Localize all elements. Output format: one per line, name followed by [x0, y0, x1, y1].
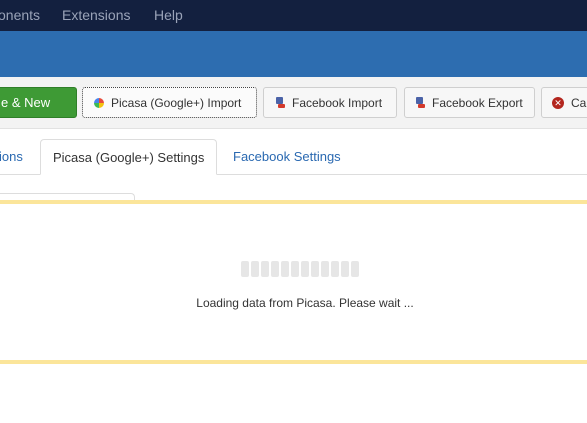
- loading-bar-segment: [251, 261, 259, 277]
- loading-panel: Loading data from Picasa. Please wait ..…: [0, 200, 587, 364]
- menu-item-help[interactable]: Help: [154, 7, 183, 23]
- tab-options[interactable]: ions: [0, 139, 23, 175]
- loading-bar-segment: [271, 261, 279, 277]
- facebook-import-button[interactable]: Facebook Import: [263, 87, 397, 118]
- facebook-import-label: Facebook Import: [292, 95, 383, 110]
- tab-picasa-settings[interactable]: Picasa (Google+) Settings: [40, 139, 218, 175]
- picasa-import-button[interactable]: Picasa (Google+) Import: [82, 87, 257, 118]
- loading-bar-segment: [351, 261, 359, 277]
- facebook-import-icon: [276, 97, 285, 108]
- loading-bar-segment: [281, 261, 289, 277]
- cancel-button[interactable]: ✕ Ca: [541, 87, 587, 118]
- loading-bar-segment: [311, 261, 319, 277]
- loading-bar-segment: [321, 261, 329, 277]
- cancel-icon: ✕: [552, 96, 564, 109]
- cancel-label: Ca: [571, 95, 587, 110]
- loading-bar-segment: [341, 261, 349, 277]
- picasa-icon: [94, 97, 104, 108]
- facebook-export-label: Facebook Export: [432, 95, 523, 110]
- loading-progress-bars: [241, 261, 359, 277]
- menu-item-components[interactable]: onents: [0, 7, 40, 23]
- page-header: [0, 31, 587, 77]
- toolbar: e & New Picasa (Google+) Import Facebook…: [0, 77, 587, 129]
- loading-bar-segment: [301, 261, 309, 277]
- loading-bar-segment: [261, 261, 269, 277]
- save-and-new-label: e & New: [1, 95, 51, 110]
- facebook-export-icon: [416, 97, 425, 108]
- loading-bar-segment: [331, 261, 339, 277]
- facebook-export-button[interactable]: Facebook Export: [404, 87, 535, 118]
- save-and-new-button[interactable]: e & New: [0, 87, 77, 118]
- loading-message: Loading data from Picasa. Please wait ..…: [196, 296, 414, 310]
- picasa-import-label: Picasa (Google+) Import: [111, 95, 242, 110]
- menu-item-extensions[interactable]: Extensions: [62, 7, 130, 23]
- tab-facebook-settings[interactable]: Facebook Settings: [233, 139, 341, 175]
- settings-tabs: ions Picasa (Google+) Settings Facebook …: [0, 139, 587, 175]
- loading-bar-segment: [291, 261, 299, 277]
- loading-bar-segment: [241, 261, 249, 277]
- top-menu-bar: onents Extensions Help: [0, 0, 587, 31]
